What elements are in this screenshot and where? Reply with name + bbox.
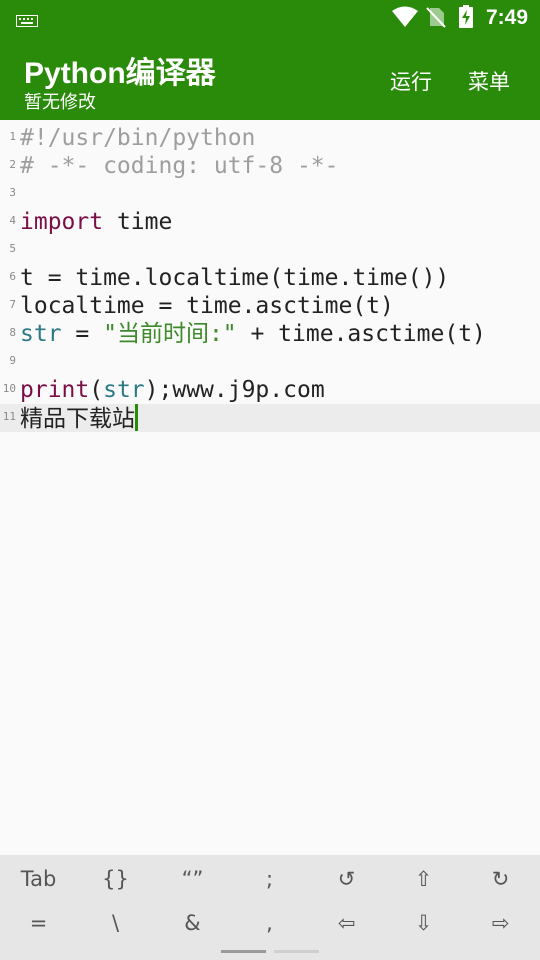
keyword-token: print (20, 377, 90, 403)
status-bar: 7:49 (0, 0, 540, 36)
code-token: = (61, 321, 104, 347)
code-token: + time.asctime(t) (236, 321, 486, 347)
line-number: 5 (9, 242, 16, 255)
quotes-key[interactable]: “” (154, 867, 231, 891)
arrow-down-icon[interactable]: ⇩ (385, 911, 462, 935)
code-line: 5 (0, 236, 540, 264)
arrow-up-icon[interactable]: ⇧ (385, 867, 462, 891)
code-line: 1 #!/usr/bin/python (0, 124, 540, 152)
code-line: 8 str = "当前时间:" + time.asctime(t) (0, 320, 540, 348)
code-line: 7 localtime = time.asctime(t) (0, 292, 540, 320)
line-number: 11 (2, 410, 16, 423)
line-number: 10 (2, 382, 16, 395)
page-indicator (274, 950, 319, 953)
builtin-token: str (20, 321, 62, 347)
code-text: str = "当前时间:" + time.asctime(t) (20, 320, 486, 348)
keyboard-icon (16, 12, 38, 31)
keyword-token: import (20, 209, 104, 235)
arrow-right-icon[interactable]: ⇨ (462, 911, 539, 935)
line-number: 3 (9, 186, 16, 199)
string-token: "当前时间:" (103, 321, 237, 347)
builtin-token: str (103, 377, 145, 403)
status-time: 7:49 (486, 6, 529, 29)
text-cursor (135, 404, 138, 431)
comma-key[interactable]: , (231, 911, 308, 935)
page-indicator-active (221, 950, 266, 953)
code-text: # -*- coding: utf-8 -*- (20, 153, 339, 179)
line-number: 1 (9, 130, 16, 143)
current-code-line: 11 精品下载站 (0, 404, 540, 432)
code-text: import time (20, 208, 172, 236)
code-line: 3 (0, 180, 540, 208)
backslash-key[interactable]: \ (77, 911, 154, 935)
code-text: #!/usr/bin/python (20, 125, 256, 151)
code-editor[interactable]: 1 #!/usr/bin/python 2 # -*- coding: utf-… (0, 124, 540, 432)
extra-keys-bar: Tab {} “” ; ↺ ⇧ ↻ = \ & , ⇦ ⇩ ⇨ (0, 855, 540, 960)
line-number: 7 (9, 298, 16, 311)
braces-key[interactable]: {} (77, 867, 154, 891)
equals-key[interactable]: = (0, 911, 77, 935)
code-line: 9 (0, 348, 540, 376)
line-number: 4 (9, 214, 16, 227)
no-sim-icon (426, 6, 446, 32)
app-title: Python编译器 (24, 57, 216, 90)
code-token: 精品下载站 (20, 406, 135, 432)
semicolon-key[interactable]: ; (231, 867, 308, 891)
code-token: );www.j9p.com (144, 377, 325, 403)
run-button[interactable]: 运行 (390, 66, 432, 96)
line-number: 9 (9, 354, 16, 367)
arrow-left-icon[interactable]: ⇦ (308, 911, 385, 935)
line-number: 8 (9, 326, 16, 339)
ampersand-key[interactable]: & (154, 911, 231, 935)
line-number: 6 (9, 270, 16, 283)
code-text: t = time.localtime(time.time()) (20, 265, 450, 291)
app-subtitle: 暂无修改 (24, 92, 96, 113)
code-token: time (103, 209, 173, 235)
code-text: 精品下载站 (20, 404, 138, 433)
code-line: 4 import time (0, 208, 540, 236)
menu-button[interactable]: 菜单 (468, 66, 510, 96)
code-text: print(str);www.j9p.com (20, 376, 325, 404)
undo-icon[interactable]: ↺ (308, 867, 385, 891)
battery-charging-icon (458, 5, 474, 33)
wifi-icon (392, 6, 418, 32)
line-number: 2 (9, 158, 16, 171)
code-line: 2 # -*- coding: utf-8 -*- (0, 152, 540, 180)
code-text: localtime = time.asctime(t) (20, 293, 394, 319)
tab-key[interactable]: Tab (0, 867, 77, 891)
redo-icon[interactable]: ↻ (462, 867, 539, 891)
app-bar: Python编译器 暂无修改 运行 菜单 (0, 36, 540, 120)
code-token: ( (89, 377, 104, 403)
code-line: 6 t = time.localtime(time.time()) (0, 264, 540, 292)
code-line: 10 print(str);www.j9p.com (0, 376, 540, 404)
